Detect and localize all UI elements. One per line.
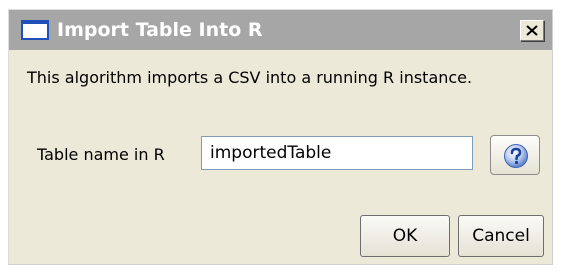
dialog-description: This algorithm imports a CSV into a runn…	[27, 68, 473, 87]
close-icon	[526, 25, 538, 36]
window-title: Import Table Into R	[57, 19, 263, 41]
table-name-input[interactable]	[201, 136, 473, 170]
import-table-dialog: Import Table Into R This algorithm impor…	[8, 9, 553, 265]
title-bar[interactable]: Import Table Into R	[9, 10, 552, 50]
cancel-button[interactable]: Cancel	[458, 215, 544, 257]
window-icon	[21, 20, 49, 40]
help-icon	[504, 144, 528, 168]
ok-button[interactable]: OK	[360, 215, 450, 257]
help-button[interactable]	[490, 135, 540, 175]
close-button[interactable]	[520, 20, 544, 41]
table-name-label: Table name in R	[37, 145, 165, 164]
